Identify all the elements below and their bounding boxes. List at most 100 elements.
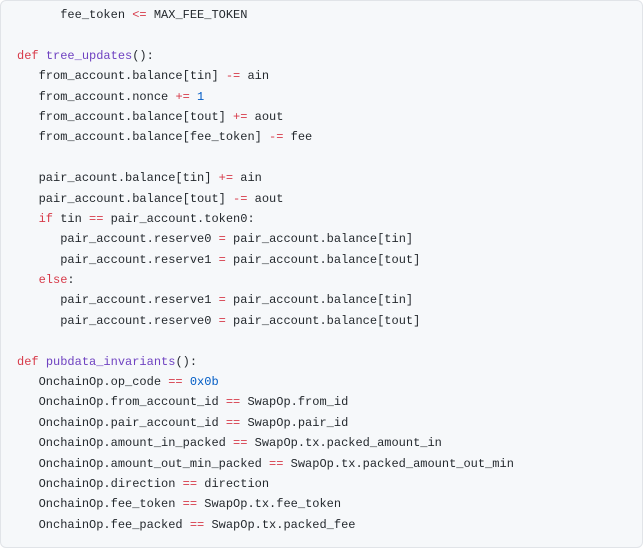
token-op: == (168, 375, 182, 389)
code-line: OnchainOp.fee_packed == SwapOp.tx.packed… (17, 515, 626, 535)
token-fn: tree_updates (46, 49, 132, 63)
token-txt: fee_token (60, 8, 132, 22)
token-op: == (226, 395, 240, 409)
code-block: fee_token <= MAX_FEE_TOKEN def tree_upda… (0, 0, 643, 548)
token-txt: pair_account.balance[tout] (226, 253, 420, 267)
token-txt: SwapOp.tx.packed_amount_in (247, 436, 441, 450)
token-txt: SwapOp.tx.packed_amount_out_min (283, 457, 513, 471)
token-op: = (219, 232, 226, 246)
token-txt: pair_account.reserve1 (60, 253, 218, 267)
token-kw: def (17, 355, 39, 369)
token-txt: OnchainOp.amount_in_packed (39, 436, 233, 450)
token-txt: pair_account.balance[tout] (226, 314, 420, 328)
indent (17, 232, 60, 246)
token-txt: direction (197, 477, 269, 491)
token-op: == (89, 212, 103, 226)
token-op: += (233, 110, 247, 124)
code-line: def pubdata_invariants(): (17, 352, 626, 372)
token-op: = (219, 253, 226, 267)
token-txt: pair_account.balance[tout] (39, 192, 233, 206)
indent (17, 130, 39, 144)
token-op: += (219, 171, 233, 185)
indent (17, 314, 60, 328)
code-line: pair_account.reserve1 = pair_account.bal… (17, 290, 626, 310)
token-op: <= (132, 8, 146, 22)
indent (17, 518, 39, 532)
token-txt: : (67, 273, 74, 287)
code-line: OnchainOp.amount_out_min_packed == SwapO… (17, 454, 626, 474)
code-line (17, 148, 626, 168)
token-op: == (183, 477, 197, 491)
code-line: OnchainOp.fee_token == SwapOp.tx.fee_tok… (17, 494, 626, 514)
code-line: pair_account.balance[tout] -= aout (17, 189, 626, 209)
code-line: if tin == pair_account.token0: (17, 209, 626, 229)
token-txt: fee (283, 130, 312, 144)
token-txt: aout (247, 192, 283, 206)
token-txt: pair_account.reserve0 (60, 232, 218, 246)
code-line: pair_account.reserve0 = pair_account.bal… (17, 229, 626, 249)
token-txt: OnchainOp.fee_token (39, 497, 183, 511)
indent (17, 192, 39, 206)
code-line: fee_token <= MAX_FEE_TOKEN (17, 5, 626, 25)
indent (17, 457, 39, 471)
token-txt (39, 355, 46, 369)
code-line (17, 25, 626, 45)
indent (17, 212, 39, 226)
indent (17, 375, 39, 389)
token-num: 1 (197, 90, 204, 104)
indent (17, 436, 39, 450)
token-txt: SwapOp.pair_id (240, 416, 348, 430)
token-txt: (): (175, 355, 197, 369)
token-op: -= (226, 69, 240, 83)
token-num: 0x0b (190, 375, 219, 389)
code-line: OnchainOp.from_account_id == SwapOp.from… (17, 392, 626, 412)
indent (17, 90, 39, 104)
token-txt: SwapOp.from_id (240, 395, 348, 409)
code-line: from_account.nonce += 1 (17, 87, 626, 107)
token-kw: else (39, 273, 68, 287)
token-txt: pair_account.balance[tin] (226, 293, 413, 307)
token-txt: from_account.balance[tin] (39, 69, 226, 83)
code-line: OnchainOp.direction == direction (17, 474, 626, 494)
code-line: pair_acount.balance[tin] += ain (17, 168, 626, 188)
indent (17, 293, 60, 307)
token-op: = (219, 293, 226, 307)
token-txt: pair_account.token0: (103, 212, 254, 226)
token-op: = (219, 314, 226, 328)
indent (17, 273, 39, 287)
token-op: == (233, 436, 247, 450)
token-kw: if (39, 212, 53, 226)
token-txt: OnchainOp.pair_account_id (39, 416, 226, 430)
token-op: == (183, 497, 197, 511)
code-line: from_account.balance[fee_token] -= fee (17, 127, 626, 147)
token-txt: from_account.balance[tout] (39, 110, 233, 124)
indent (17, 110, 39, 124)
token-txt: OnchainOp.op_code (39, 375, 169, 389)
code-line: pair_account.reserve1 = pair_account.bal… (17, 250, 626, 270)
token-txt: tin (53, 212, 89, 226)
token-txt: from_account.balance[fee_token] (39, 130, 269, 144)
code-line: OnchainOp.pair_account_id == SwapOp.pair… (17, 413, 626, 433)
token-txt: pair_account.reserve0 (60, 314, 218, 328)
indent (17, 69, 39, 83)
token-op: += (175, 90, 189, 104)
code-line: from_account.balance[tin] -= ain (17, 66, 626, 86)
indent (17, 416, 39, 430)
token-txt: OnchainOp.amount_out_min_packed (39, 457, 269, 471)
token-txt: OnchainOp.from_account_id (39, 395, 226, 409)
code-line: def tree_updates(): (17, 46, 626, 66)
token-txt: pair_account.reserve1 (60, 293, 218, 307)
code-line: OnchainOp.op_code == 0x0b (17, 372, 626, 392)
indent (17, 477, 39, 491)
token-op: == (226, 416, 240, 430)
token-txt (183, 375, 190, 389)
indent (17, 497, 39, 511)
token-fn: pubdata_invariants (46, 355, 176, 369)
token-txt: ain (240, 69, 269, 83)
code-content: fee_token <= MAX_FEE_TOKEN def tree_upda… (17, 5, 626, 535)
token-op: == (269, 457, 283, 471)
token-op: -= (269, 130, 283, 144)
token-txt: OnchainOp.direction (39, 477, 183, 491)
token-txt: OnchainOp.fee_packed (39, 518, 190, 532)
token-op: -= (233, 192, 247, 206)
